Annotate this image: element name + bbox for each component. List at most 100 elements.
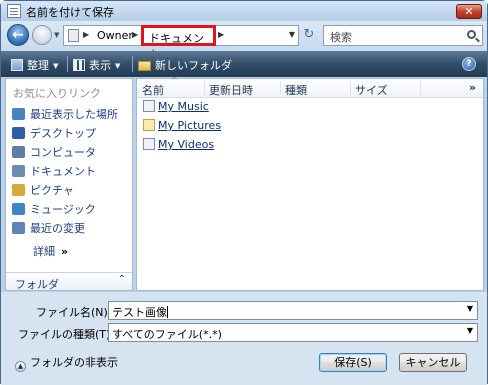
column-divider[interactable] xyxy=(204,81,205,95)
column-divider[interactable] xyxy=(350,81,351,95)
folder-location-icon xyxy=(68,29,79,42)
filetype-select[interactable]: すべてのファイル(*.*) ▼ xyxy=(108,323,478,342)
folders-toggle-bar[interactable]: フォルダ ⌃ xyxy=(6,272,132,291)
favorite-item-label: ミュージック xyxy=(30,203,96,216)
hide-folders-label: フォルダの非表示 xyxy=(30,356,118,369)
list-item[interactable]: My Pictures xyxy=(143,119,221,136)
favorite-item-documents[interactable]: ドキュメント xyxy=(12,163,96,180)
column-type[interactable]: 種類 xyxy=(285,82,307,98)
filename-field[interactable]: テスト画像 ▼ xyxy=(108,301,478,320)
title-bar[interactable]: 名前を付けて保存 ✕ xyxy=(1,1,487,21)
favorite-item-label: 最近表示した場所 xyxy=(30,108,118,121)
save-as-dialog: 名前を付けて保存 ✕ ← ▼ ▶ Owner ▶ ドキュメント ▶ ▼ ↻ 検索… xyxy=(0,0,488,385)
back-button[interactable]: ← xyxy=(7,24,29,46)
filename-label: ファイル名(N): xyxy=(36,306,112,319)
save-button[interactable]: 保存(S) xyxy=(319,353,387,372)
filetype-value: すべてのファイル(*.*) xyxy=(112,328,222,341)
filetype-label: ファイルの種類(T): xyxy=(18,328,115,341)
favorite-item-label: ピクチャ xyxy=(30,184,74,197)
favorite-item-music[interactable]: ミュージック xyxy=(12,201,96,218)
window-title: 名前を付けて保存 xyxy=(26,6,114,19)
documents-icon xyxy=(12,165,25,177)
close-button[interactable]: ✕ xyxy=(456,4,482,19)
double-chevron-icon: » xyxy=(61,245,69,258)
search-input[interactable]: 検索 xyxy=(323,25,483,46)
search-placeholder: 検索 xyxy=(330,31,352,44)
toolbar-divider xyxy=(132,56,133,72)
chevron-down-icon: ▼ xyxy=(115,62,121,70)
more-links-label: 詳細 xyxy=(33,245,55,258)
pictures-icon xyxy=(12,184,25,196)
file-list-pane: 名前 ^ 更新日時 種類 サイズ » My Music My Pictures … xyxy=(136,76,484,291)
favorite-item-recent-places[interactable]: 最近表示した場所 xyxy=(12,106,118,123)
help-icon[interactable]: ? xyxy=(462,57,476,71)
organize-button[interactable]: 整理 ▼ xyxy=(11,57,58,73)
column-name[interactable]: 名前 xyxy=(142,82,164,98)
column-size[interactable]: サイズ xyxy=(355,82,388,98)
music-icon xyxy=(12,203,25,215)
list-item[interactable]: My Videos xyxy=(143,138,214,155)
views-label: 表示 xyxy=(89,59,111,72)
cancel-button[interactable]: キャンセル xyxy=(399,353,467,372)
breadcrumb-documents[interactable]: ドキュメント xyxy=(141,25,216,61)
more-links-button[interactable]: 詳細 » xyxy=(33,243,68,259)
column-modified[interactable]: 更新日時 xyxy=(209,82,253,98)
favorite-item-recent-changes[interactable]: 最近の変更 xyxy=(12,220,85,237)
sort-ascending-icon: ^ xyxy=(171,76,178,85)
folders-label: フォルダ xyxy=(15,278,59,291)
column-header-row: 名前 ^ 更新日時 種類 サイズ » xyxy=(137,76,483,98)
favorite-item-label: 最近の変更 xyxy=(30,222,85,235)
forward-button[interactable] xyxy=(32,25,52,45)
favorite-item-label: ドキュメント xyxy=(30,165,96,178)
dialog-icon xyxy=(7,4,21,18)
column-name-label: 名前 xyxy=(142,84,164,97)
breadcrumb-arrow-icon[interactable]: ▶ xyxy=(132,30,138,39)
chevron-up-icon: ⌃ xyxy=(117,274,126,285)
text-cursor xyxy=(167,306,168,318)
favorite-item-label: コンピュータ xyxy=(30,146,96,159)
favorite-item-desktop[interactable]: デスクトップ xyxy=(12,125,96,142)
organize-label: 整理 xyxy=(27,59,49,72)
column-divider[interactable] xyxy=(420,81,421,95)
breadcrumb-arrow-icon[interactable]: ▶ xyxy=(218,30,224,39)
file-name[interactable]: My Music xyxy=(158,100,209,113)
favorite-item-computer[interactable]: コンピュータ xyxy=(12,144,96,161)
new-folder-icon xyxy=(138,61,151,71)
column-divider[interactable] xyxy=(280,81,281,95)
recent-pages-dropdown-icon[interactable]: ▼ xyxy=(54,31,59,39)
pictures-folder-icon xyxy=(143,119,155,131)
navigation-pane: お気に入りリンク 最近表示した場所 デスクトップ コンピュータ ドキュメント ピ… xyxy=(5,78,133,291)
videos-folder-icon xyxy=(143,138,155,150)
favorite-item-pictures[interactable]: ピクチャ xyxy=(12,182,74,199)
new-folder-label: 新しいフォルダ xyxy=(155,59,232,72)
more-columns-icon[interactable]: » xyxy=(469,81,476,94)
new-folder-button[interactable]: 新しいフォルダ xyxy=(138,57,232,73)
desktop-icon xyxy=(12,127,25,139)
save-options-area: ファイル名(N): テスト画像 ▼ ファイルの種類(T): すべてのファイル(*… xyxy=(1,292,487,385)
chevron-down-icon[interactable]: ▼ xyxy=(467,326,473,335)
breadcrumb-owner[interactable]: Owner xyxy=(97,29,133,42)
favorite-item-label: デスクトップ xyxy=(30,127,96,140)
recent-places-icon xyxy=(12,108,25,120)
file-name[interactable]: My Videos xyxy=(158,138,214,151)
toolbar-divider xyxy=(67,56,68,72)
organize-icon xyxy=(11,59,23,71)
filename-value: テスト画像 xyxy=(112,306,167,319)
music-folder-icon xyxy=(143,100,155,112)
views-icon xyxy=(73,59,85,71)
address-bar[interactable]: ▶ Owner ▶ ドキュメント ▶ ▼ xyxy=(63,25,299,61)
chevron-up-icon: ▲ xyxy=(15,361,26,372)
address-dropdown-icon[interactable]: ▼ xyxy=(289,30,295,39)
chevron-down-icon[interactable]: ▼ xyxy=(467,304,473,313)
navigation-bar: ← ▼ ▶ Owner ▶ ドキュメント ▶ ▼ ↻ 検索 xyxy=(1,21,487,61)
file-name[interactable]: My Pictures xyxy=(158,119,221,132)
hide-folders-button[interactable]: ▲ フォルダの非表示 xyxy=(15,354,118,372)
search-icon[interactable] xyxy=(467,30,476,39)
views-button[interactable]: 表示 ▼ xyxy=(73,57,120,73)
list-item[interactable]: My Music xyxy=(143,100,209,117)
breadcrumb-arrow-icon[interactable]: ▶ xyxy=(83,30,89,39)
refresh-button[interactable]: ↻ xyxy=(300,27,318,44)
recent-changes-icon xyxy=(12,222,25,234)
command-toolbar: 整理 ▼ 表示 ▼ 新しいフォルダ ? xyxy=(1,51,487,77)
favorite-links-header: お気に入りリンク xyxy=(13,87,101,100)
